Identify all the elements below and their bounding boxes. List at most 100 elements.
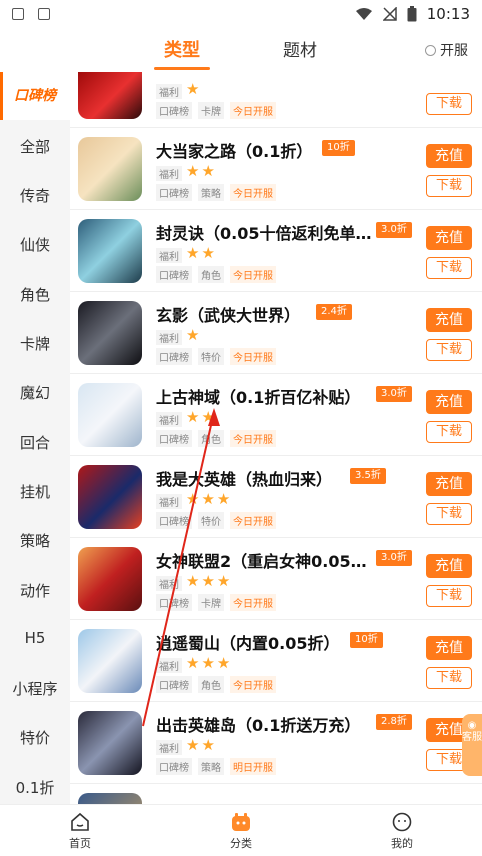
tag: 角色 xyxy=(198,430,224,447)
game-title: 我是大英雄（热血归来） xyxy=(156,470,333,489)
welfare-tag: 福利 xyxy=(156,576,182,591)
tag: 角色 xyxy=(198,676,224,693)
welfare-tag: 福利 xyxy=(156,330,182,345)
charge-button[interactable]: 充值 xyxy=(426,636,472,660)
tag-list: 口碑榜 策略 明日开服 xyxy=(156,758,276,775)
game-thumbnail xyxy=(78,547,142,611)
list-item[interactable]: 上古神域（0.1折百亿补贴） 3.0折 福利 ★★ 口碑榜 角色 今日开服 充值… xyxy=(70,374,482,456)
sidebar-item-action[interactable]: 动作 xyxy=(0,580,70,601)
tag: 口碑榜 xyxy=(156,184,192,201)
tag-list: 口碑榜 角色 今日开服 xyxy=(156,430,276,447)
nav-label: 分类 xyxy=(230,837,252,850)
game-thumbnail xyxy=(78,383,142,447)
tag-open-date: 今日开服 xyxy=(230,594,276,611)
download-button[interactable]: 下载 xyxy=(426,503,472,525)
tab-type[interactable]: 类型 xyxy=(164,36,200,62)
list-item[interactable]: 封灵诀（0.05十倍返利免单… 3.0折 福利 ★★ 口碑榜 角色 今日开服 充… xyxy=(70,210,482,292)
sidebar-item-fantasy[interactable]: 魔幻 xyxy=(0,382,70,403)
charge-button[interactable]: 充值 xyxy=(426,554,472,578)
sidebar-item-role[interactable]: 角色 xyxy=(0,284,70,305)
tag: 策略 xyxy=(198,184,224,201)
tag-list: 口碑榜 特价 今日开服 xyxy=(156,512,276,529)
nav-category[interactable]: 分类 xyxy=(211,811,271,851)
rating-stars: ★ xyxy=(186,326,202,344)
top-tabs: 类型 题材 开服 xyxy=(0,30,482,72)
list-item[interactable]: 玄影（武侠大世界） 2.4折 福利 ★ 口碑榜 特价 今日开服 充值 下载 xyxy=(70,292,482,374)
game-title: 玄影（武侠大世界） xyxy=(156,306,301,325)
sidebar-item-discount[interactable]: 0.1折 xyxy=(0,777,70,798)
download-button[interactable]: 下载 xyxy=(426,421,472,443)
nav-home[interactable]: 首页 xyxy=(50,811,110,851)
open-server-toggle[interactable]: 开服 xyxy=(425,40,468,60)
sidebar-item-turn[interactable]: 回合 xyxy=(0,432,70,453)
list-item[interactable] xyxy=(70,784,482,804)
download-button[interactable]: 下载 xyxy=(426,93,472,115)
game-thumbnail xyxy=(78,301,142,365)
list-item[interactable]: 福利 ★ 口碑榜 卡牌 今日开服 充值 下载 xyxy=(70,72,482,128)
sidebar-item-card[interactable]: 卡牌 xyxy=(0,333,70,354)
game-thumbnail xyxy=(78,219,142,283)
tag-open-date: 今日开服 xyxy=(230,266,276,283)
charge-button[interactable]: 充值 xyxy=(426,390,472,414)
category-sidebar: 口碑榜 全部 传奇 仙侠 角色 卡牌 魔幻 回合 挂机 策略 动作 H5 小程序… xyxy=(0,72,70,804)
sidebar-item-legend[interactable]: 传奇 xyxy=(0,185,70,206)
discount-badge: 3.5折 xyxy=(350,468,386,484)
list-item[interactable]: 逍遥蜀山（内置0.05折） 10折 福利 ★★★ 口碑榜 角色 今日开服 充值 … xyxy=(70,620,482,702)
download-button[interactable]: 下载 xyxy=(426,175,472,197)
rating-stars: ★ xyxy=(186,80,202,98)
sidebar-item-special[interactable]: 特价 xyxy=(0,727,70,748)
download-button[interactable]: 下载 xyxy=(426,257,472,279)
list-item[interactable]: 女神联盟2（重启女神0.05… 3.0折 福利 ★★★ 口碑榜 卡牌 今日开服 … xyxy=(70,538,482,620)
tag: 口碑榜 xyxy=(156,512,192,529)
tag: 卡牌 xyxy=(198,102,224,119)
sidebar-item-h5[interactable]: H5 xyxy=(0,629,70,647)
tag-open-date: 今日开服 xyxy=(230,348,276,365)
game-title: 大当家之路（0.1折） xyxy=(156,142,313,161)
sidebar-item-rank[interactable]: 口碑榜 xyxy=(0,72,70,120)
game-title: 出击英雄岛（0.1折送万充） xyxy=(156,716,361,735)
sidebar-item-miniprogram[interactable]: 小程序 xyxy=(0,678,70,699)
tab-theme[interactable]: 题材 xyxy=(283,36,317,61)
nav-profile[interactable]: 我的 xyxy=(372,811,432,851)
discount-badge: 10折 xyxy=(350,632,383,648)
charge-button[interactable]: 充值 xyxy=(426,226,472,250)
welfare-tag: 福利 xyxy=(156,84,182,99)
sidebar-item-strategy[interactable]: 策略 xyxy=(0,530,70,551)
charge-button[interactable]: 充值 xyxy=(426,472,472,496)
rating-stars: ★★★ xyxy=(186,490,233,508)
profile-icon xyxy=(392,812,412,832)
game-title: 逍遥蜀山（内置0.05折） xyxy=(156,634,340,653)
welfare-tag: 福利 xyxy=(156,166,182,181)
tag: 特价 xyxy=(198,348,224,365)
nav-label: 首页 xyxy=(69,837,91,850)
download-button[interactable]: 下载 xyxy=(426,585,472,607)
list-item[interactable]: 大当家之路（0.1折） 10折 福利 ★★ 口碑榜 策略 今日开服 充值 下载 xyxy=(70,128,482,210)
tag: 口碑榜 xyxy=(156,430,192,447)
wifi-icon xyxy=(355,8,372,20)
charge-button[interactable]: 充值 xyxy=(426,144,472,168)
download-button[interactable]: 下载 xyxy=(426,339,472,361)
list-item[interactable]: 出击英雄岛（0.1折送万充） 2.8折 福利 ★★ 口碑榜 策略 明日开服 充值… xyxy=(70,702,482,784)
list-item[interactable]: 我是大英雄（热血归来） 3.5折 福利 ★★★ 口碑榜 特价 今日开服 充值 下… xyxy=(70,456,482,538)
rating-stars: ★★ xyxy=(186,736,217,754)
tag-list: 口碑榜 卡牌 今日开服 xyxy=(156,594,276,611)
tag: 口碑榜 xyxy=(156,266,192,283)
nav-label: 我的 xyxy=(391,837,413,850)
rating-stars: ★★ xyxy=(186,244,217,262)
game-thumbnail xyxy=(78,711,142,775)
sidebar-item-xianxia[interactable]: 仙侠 xyxy=(0,234,70,255)
tag: 角色 xyxy=(198,266,224,283)
headset-icon: ◉ xyxy=(467,720,477,731)
welfare-tag: 福利 xyxy=(156,412,182,427)
tag-open-date: 今日开服 xyxy=(230,676,276,693)
download-button[interactable]: 下载 xyxy=(426,667,472,689)
tag: 口碑榜 xyxy=(156,348,192,365)
charge-button[interactable]: 充值 xyxy=(426,308,472,332)
tag-list: 口碑榜 策略 今日开服 xyxy=(156,184,276,201)
customer-service-button[interactable]: ◉ 客服 xyxy=(462,714,482,776)
sidebar-item-all[interactable]: 全部 xyxy=(0,136,70,157)
sidebar-item-label: 口碑榜 xyxy=(14,88,56,104)
tag-list: 口碑榜 角色 今日开服 xyxy=(156,676,276,693)
sidebar-item-idle[interactable]: 挂机 xyxy=(0,481,70,502)
welfare-tag: 福利 xyxy=(156,248,182,263)
